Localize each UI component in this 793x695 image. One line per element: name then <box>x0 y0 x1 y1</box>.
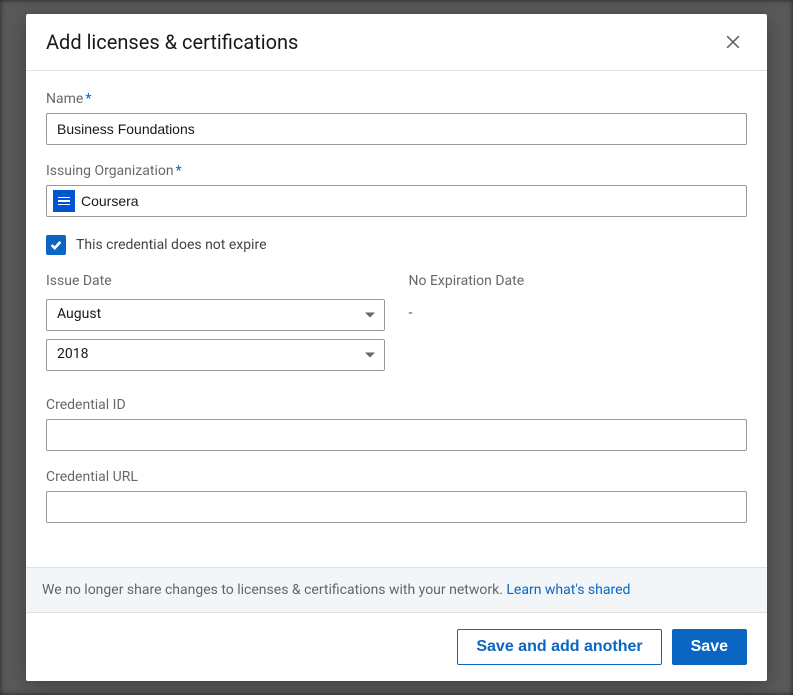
no-expire-row: This credential does not expire <box>46 235 747 255</box>
issue-year-wrap: 2018 <box>46 339 385 371</box>
name-label-text: Name <box>46 91 83 107</box>
modal-body: Name* Issuing Organization* This credent… <box>26 71 767 567</box>
info-text: We no longer share changes to licenses &… <box>42 582 506 598</box>
name-label: Name* <box>46 91 747 107</box>
name-group: Name* <box>46 91 747 145</box>
required-mark: * <box>85 91 91 107</box>
learn-whats-shared-link[interactable]: Learn what's shared <box>506 582 630 598</box>
expiration-col: No Expiration Date - <box>409 273 748 379</box>
add-certification-modal: Add licenses & certifications Name* Issu… <box>26 14 767 681</box>
credential-id-group: Credential ID <box>46 397 747 451</box>
expiration-label: No Expiration Date <box>409 273 748 289</box>
modal-title: Add licenses & certifications <box>46 30 298 54</box>
issue-date-label: Issue Date <box>46 273 385 289</box>
close-icon <box>723 32 743 52</box>
org-label: Issuing Organization* <box>46 163 747 179</box>
save-button[interactable]: Save <box>672 629 747 665</box>
credential-url-label: Credential URL <box>46 469 747 485</box>
issue-year-select[interactable]: 2018 <box>46 339 385 371</box>
no-expire-label: This credential does not expire <box>76 237 267 253</box>
coursera-logo-icon <box>53 190 75 212</box>
required-mark: * <box>176 163 182 179</box>
modal-footer: Save and add another Save <box>26 613 767 681</box>
issue-month-wrap: August <box>46 299 385 331</box>
credential-url-input[interactable] <box>46 491 747 523</box>
info-bar: We no longer share changes to licenses &… <box>26 567 767 613</box>
expiration-value: - <box>409 299 748 321</box>
org-input[interactable] <box>81 193 740 209</box>
date-row: Issue Date August 2018 No Expiration Dat… <box>46 273 747 379</box>
credential-id-label: Credential ID <box>46 397 747 413</box>
credential-id-input[interactable] <box>46 419 747 451</box>
org-label-text: Issuing Organization <box>46 163 174 179</box>
modal-header: Add licenses & certifications <box>26 14 767 71</box>
org-input-wrap[interactable] <box>46 185 747 217</box>
close-button[interactable] <box>719 28 747 56</box>
issue-month-select[interactable]: August <box>46 299 385 331</box>
no-expire-checkbox[interactable] <box>46 235 66 255</box>
name-input[interactable] <box>46 113 747 145</box>
save-and-add-another-button[interactable]: Save and add another <box>457 629 661 665</box>
issue-date-col: Issue Date August 2018 <box>46 273 385 379</box>
org-group: Issuing Organization* <box>46 163 747 217</box>
credential-url-group: Credential URL <box>46 469 747 523</box>
check-icon <box>49 238 63 252</box>
